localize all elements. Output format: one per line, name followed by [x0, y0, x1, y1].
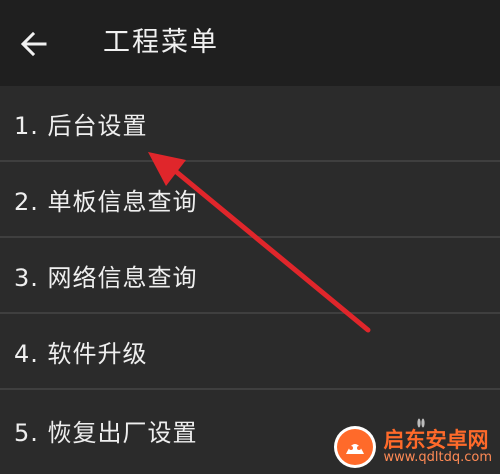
watermark-text: 启东安卓网 — [383, 428, 489, 453]
menu-item-board-info[interactable]: 2. 单板信息查询 — [0, 162, 500, 238]
menu-item-label: 4. 软件升级 — [14, 339, 148, 368]
menu-item-label: 2. 单板信息查询 — [14, 187, 198, 216]
arrow-left-icon — [20, 31, 47, 57]
menu-item-background-settings[interactable]: 1. 后台设置 — [0, 86, 500, 162]
watermark-url: www.qdltdq.com — [383, 450, 492, 466]
menu-item-label: 5. 恢复出厂设置 — [14, 418, 198, 447]
menu-item-software-upgrade[interactable]: 4. 软件升级 — [0, 314, 500, 390]
page-title: 工程菜单 — [103, 27, 219, 58]
menu-list: 1. 后台设置 2. 单板信息查询 3. 网络信息查询 4. 软件升级 5. 恢… — [0, 86, 500, 470]
menu-item-label: 3. 网络信息查询 — [14, 263, 198, 292]
back-button[interactable] — [14, 24, 54, 64]
watermark: 启东安卓网 www.qdltdq.com — [332, 424, 492, 470]
site-logo-icon — [333, 426, 376, 468]
menu-item-label: 1. 后台设置 — [14, 111, 148, 140]
app-bar: 工程菜单 — [0, 0, 500, 86]
menu-item-network-info[interactable]: 3. 网络信息查询 — [0, 238, 500, 314]
